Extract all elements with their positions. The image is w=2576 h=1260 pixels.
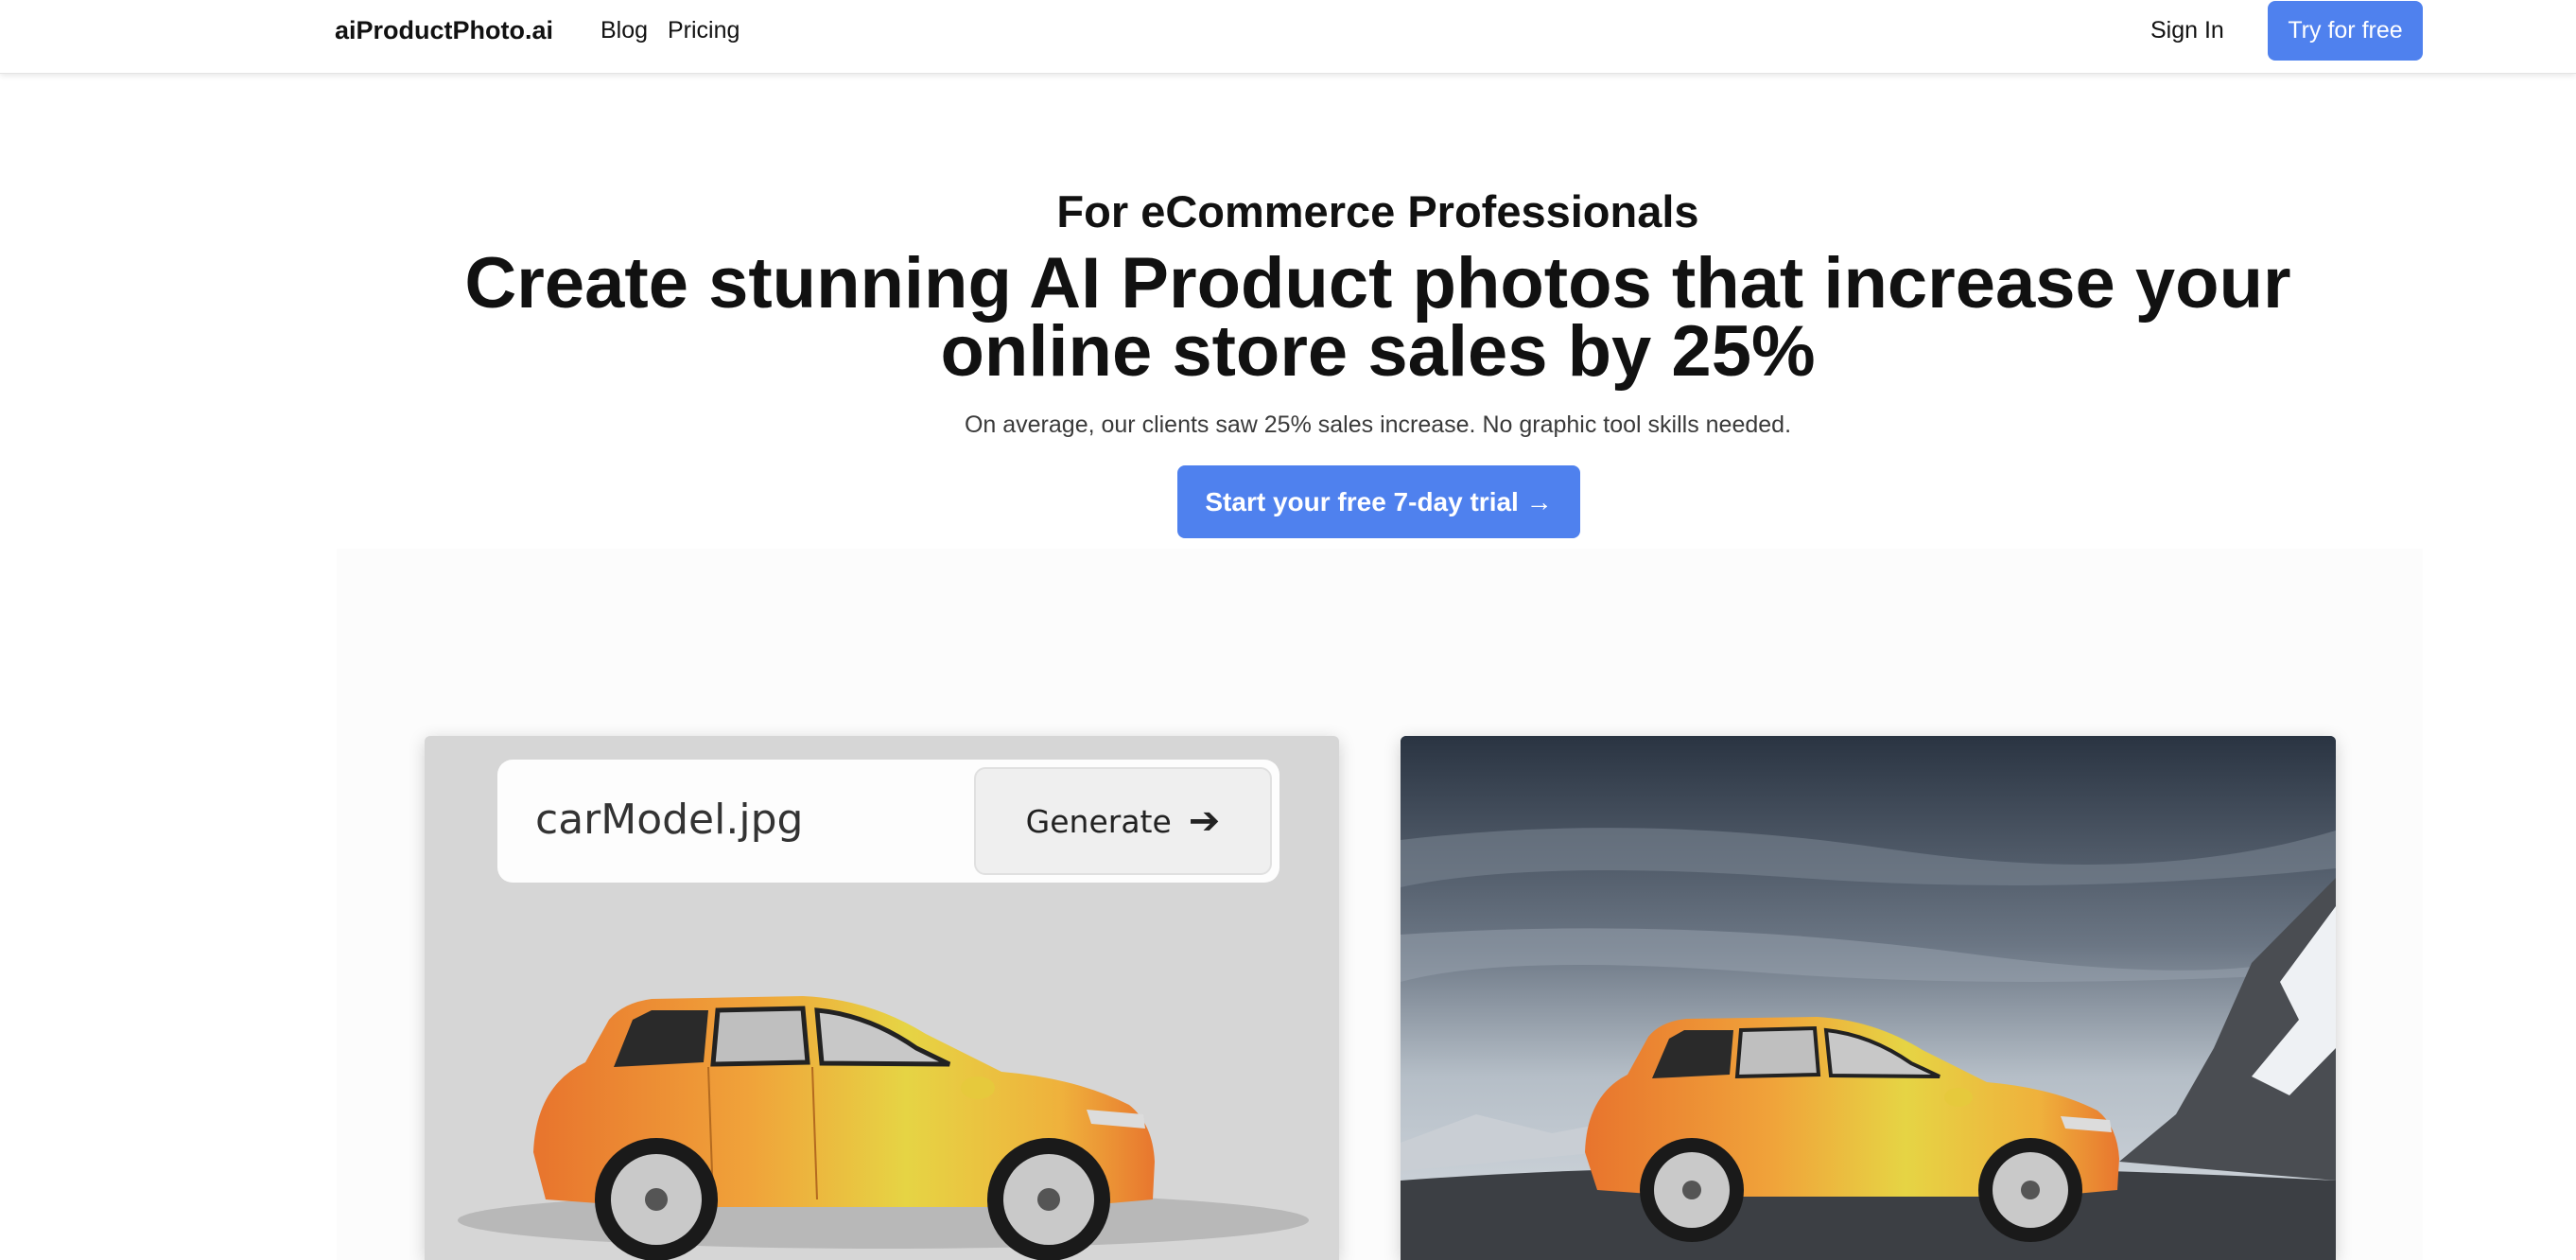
output-panel	[1401, 736, 2336, 1260]
top-navbar: aiProductPhoto.ai Blog Pricing Sign In T…	[0, 0, 2576, 74]
input-panel: carModel.jpg Generate ➔	[425, 736, 1339, 1260]
output-car-image	[1401, 736, 2336, 1260]
hero-subtext: On average, our clients saw 25% sales in…	[964, 411, 1792, 438]
try-for-free-button[interactable]: Try for free	[2268, 1, 2423, 61]
site-logo[interactable]: aiProductPhoto.ai	[335, 16, 553, 45]
start-trial-button[interactable]: Start your free 7-day trial →	[1177, 465, 1580, 538]
hero-headline: Create stunning AI Product photos that i…	[464, 243, 2291, 392]
nav-link-blog[interactable]: Blog	[600, 17, 648, 44]
nav-link-pricing[interactable]: Pricing	[668, 17, 740, 44]
sign-in-link[interactable]: Sign In	[2150, 17, 2224, 44]
input-car-image	[458, 996, 1309, 1260]
hero-eyebrow: For eCommerce Professionals	[1056, 186, 1699, 236]
